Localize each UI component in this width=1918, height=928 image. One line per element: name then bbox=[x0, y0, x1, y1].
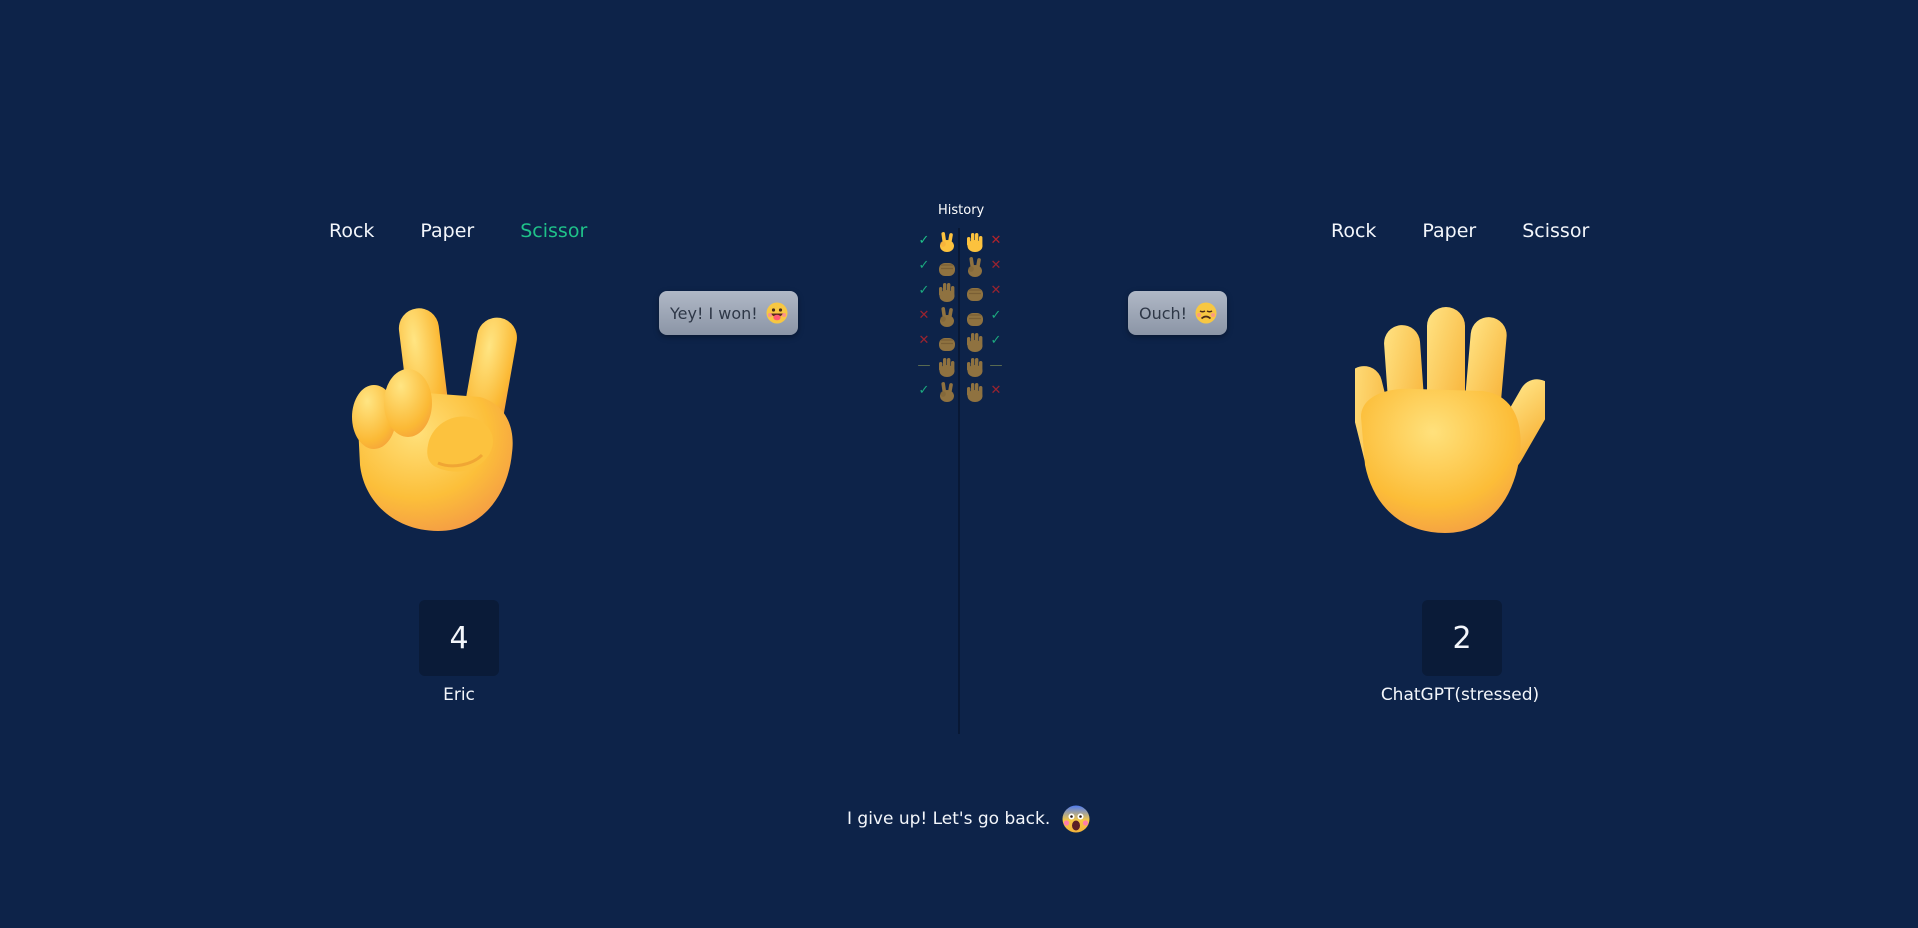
opponent-move-victory-hand-icon bbox=[968, 257, 982, 277]
player-speech-bubble: Yey! I won! bbox=[659, 291, 798, 335]
opponent-bubble-text: Ouch! bbox=[1139, 303, 1188, 323]
opponent-result-lose-icon: ✕ bbox=[990, 233, 1002, 248]
player-result-win-icon: ✓ bbox=[918, 283, 930, 298]
player-move-victory-hand-icon bbox=[940, 232, 954, 252]
player-result-draw-icon: — bbox=[917, 358, 931, 373]
player-move-fist-icon bbox=[939, 263, 955, 276]
give-up-button[interactable]: I give up! Let's go back. bbox=[847, 802, 1090, 836]
player-move-victory-hand-icon bbox=[940, 307, 954, 327]
opponent-result-lose-icon: ✕ bbox=[990, 283, 1002, 298]
player-name: Eric bbox=[443, 685, 475, 705]
grinning-tongue-face-icon bbox=[766, 302, 788, 324]
player-bubble-text: Yey! I won! bbox=[670, 303, 758, 323]
opponent-result-lose-icon: ✕ bbox=[990, 258, 1002, 273]
opponent-score: 2 bbox=[1422, 600, 1502, 676]
screaming-face-icon bbox=[1062, 805, 1090, 833]
player-result-win-icon: ✓ bbox=[918, 233, 930, 248]
opponent-move-raised-hand-icon bbox=[967, 358, 983, 377]
history-row: ✓ ✕ bbox=[914, 230, 1006, 254]
history-row: ✕ ✓ bbox=[914, 305, 1006, 329]
opponent-choice-scissor: Scissor bbox=[1522, 220, 1590, 242]
opponent-choice-rock: Rock bbox=[1331, 220, 1377, 242]
opponent-move-raised-hand-icon bbox=[967, 333, 983, 352]
player-choice-scissor[interactable]: Scissor bbox=[520, 220, 587, 242]
player-choice-bar: Rock Paper Scissor bbox=[329, 220, 587, 242]
player-choice-rock[interactable]: Rock bbox=[329, 220, 374, 242]
opponent-move-fist-icon bbox=[967, 288, 983, 301]
opponent-speech-bubble: Ouch! bbox=[1128, 291, 1228, 335]
victory-hand-icon bbox=[352, 308, 517, 531]
opponent-result-lose-icon: ✕ bbox=[990, 383, 1002, 398]
history-title: History bbox=[938, 203, 985, 218]
history-row: ✓ ✕ bbox=[914, 280, 1006, 304]
disappointed-face-icon bbox=[1195, 302, 1217, 324]
history-row: — — bbox=[914, 355, 1006, 379]
opponent-move-raised-hand-icon bbox=[967, 233, 983, 252]
player-move-raised-hand-icon bbox=[939, 283, 955, 302]
opponent-result-draw-icon: — bbox=[989, 358, 1003, 373]
opponent-move-raised-hand-icon bbox=[967, 383, 983, 402]
player-move-victory-hand-icon bbox=[940, 382, 954, 402]
player-result-lose-icon: ✕ bbox=[918, 333, 930, 348]
history-row: ✓ ✕ bbox=[914, 380, 1006, 404]
player-result-lose-icon: ✕ bbox=[918, 308, 930, 323]
opponent-move-fist-icon bbox=[967, 313, 983, 326]
player-move-raised-hand-icon bbox=[939, 358, 955, 377]
player-result-win-icon: ✓ bbox=[918, 258, 930, 273]
player-move-fist-icon bbox=[939, 338, 955, 351]
history-row: ✕ ✓ bbox=[914, 330, 1006, 354]
opponent-choice-paper: Paper bbox=[1422, 220, 1477, 242]
player-choice-paper[interactable]: Paper bbox=[420, 220, 474, 242]
player-result-win-icon: ✓ bbox=[918, 383, 930, 398]
player-score: 4 bbox=[419, 600, 499, 676]
opponent-result-win-icon: ✓ bbox=[990, 308, 1002, 323]
opponent-choice-bar: Rock Paper Scissor bbox=[1331, 220, 1589, 242]
history-row: ✓ ✕ bbox=[914, 255, 1006, 279]
opponent-name: ChatGPT(stressed) bbox=[1380, 685, 1540, 705]
raised-hand-icon bbox=[1355, 307, 1545, 533]
give-up-label: I give up! Let's go back. bbox=[847, 809, 1051, 829]
opponent-result-win-icon: ✓ bbox=[990, 333, 1002, 348]
